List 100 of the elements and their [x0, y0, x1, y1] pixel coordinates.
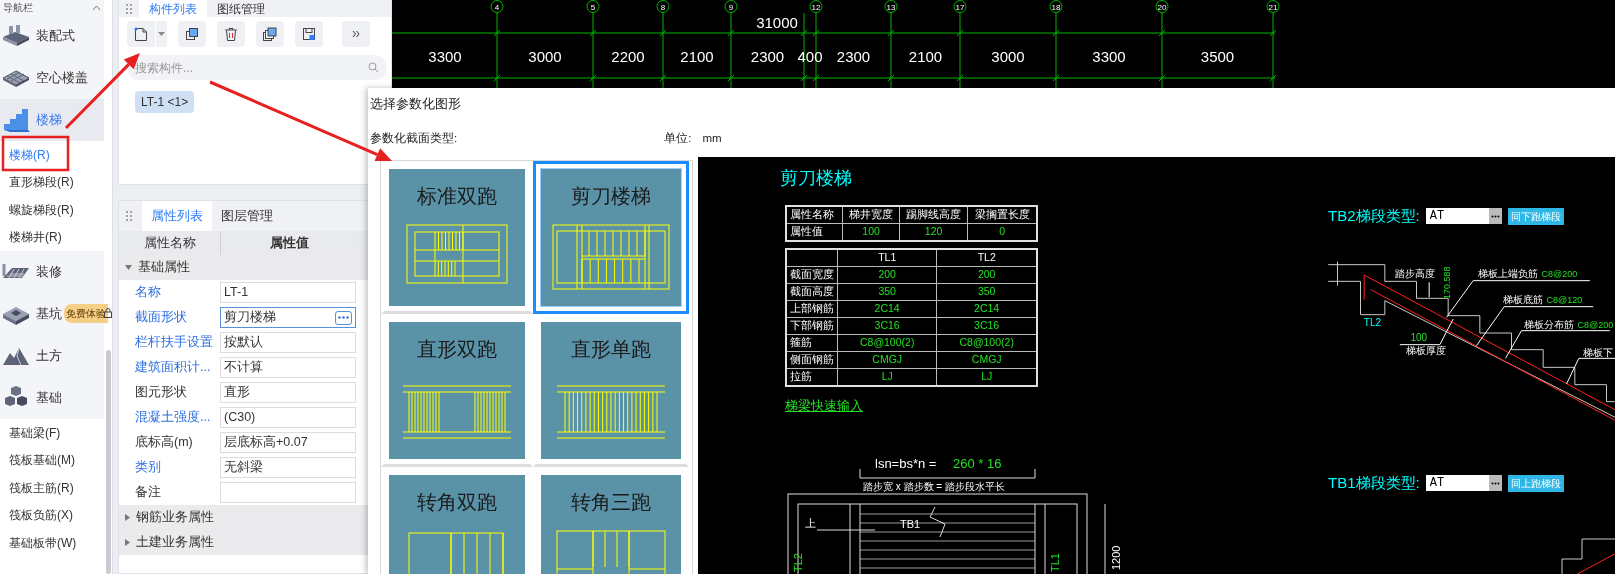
beam-value: 2C14 [837, 300, 937, 318]
highlight-box [1, 135, 70, 172]
shape-tile[interactable]: 标准双跑 [389, 169, 525, 306]
row-label: 箍筋 [786, 334, 838, 352]
axis-bubble: 20 [1155, 0, 1169, 13]
nav-group-label[interactable]: 土方 [36, 346, 62, 366]
segment-type-label: TB2梯段类型: [1328, 206, 1420, 226]
dimension-label: 2200 [611, 48, 645, 65]
nav-item[interactable]: 筏板主筋(R) [0, 474, 104, 502]
more-button[interactable] [1488, 208, 1502, 225]
caret-icon [158, 32, 165, 36]
panel-tab[interactable]: 图层管理 [212, 201, 282, 231]
delete-button[interactable] [217, 21, 245, 47]
rebar-label: C8@200 [1541, 269, 1578, 280]
nav-group-label[interactable]: 楼梯 [36, 110, 62, 130]
beam-label: TL1 [1049, 553, 1061, 572]
new-button[interactable] [127, 21, 155, 47]
drag-handle-icon[interactable] [125, 2, 133, 15]
row-label: 截面宽度 [786, 266, 838, 284]
caret-icon[interactable] [125, 514, 130, 521]
property-group-label: 土建业务属性 [136, 534, 214, 552]
nav-group-label[interactable]: 基础 [36, 388, 62, 408]
beam-label: TL2 [1363, 316, 1382, 328]
nav-item[interactable]: 楼梯(R) [0, 141, 104, 169]
row-label: 侧面钢筋 [786, 351, 838, 369]
quick-input-link[interactable]: 梯梁快速输入 [785, 396, 863, 416]
property-value-field[interactable] [220, 482, 356, 503]
shape-tile[interactable]: 转角三跑 [541, 475, 681, 574]
stairs-icon [2, 108, 30, 132]
nav-item[interactable]: 直形梯段(R) [0, 168, 104, 196]
rebar-label: C8@120 [1546, 295, 1583, 305]
panel-tab[interactable]: 属性列表 [142, 201, 212, 231]
property-name: 截面形状 [134, 309, 188, 327]
preview-title: 剪刀楼梯 [780, 167, 852, 190]
copy-icon [184, 26, 200, 42]
nav-group-label[interactable]: 基坑 [36, 304, 62, 324]
parameter-header: 梁搁置长度 [967, 206, 1037, 224]
copy-button[interactable] [178, 21, 206, 47]
search-field[interactable]: 搜索构件... [127, 55, 387, 80]
axis-bubble: 4 [490, 0, 504, 13]
dimension-label: 3500 [1200, 48, 1235, 65]
expand-button[interactable] [342, 21, 370, 47]
drag-handle-icon[interactable] [125, 210, 133, 222]
shape-tile[interactable]: 直形单跑 [541, 322, 681, 459]
caret-icon[interactable] [125, 539, 130, 546]
nav-group-label[interactable]: 装配式 [36, 26, 75, 46]
beam-value: CMGJ [837, 351, 937, 369]
stacked-squares-icon [262, 26, 278, 42]
more-button[interactable] [1488, 475, 1502, 492]
column-header: TL1 [837, 249, 937, 267]
property-name: 底标高(m) [134, 434, 194, 452]
shape-tile[interactable]: 剪刀楼梯 [541, 169, 681, 306]
nav-item[interactable]: 基础板带(W) [0, 529, 104, 557]
nav-item[interactable]: 基础梁(F) [0, 419, 104, 447]
segment-type-label: TB1梯段类型: [1328, 473, 1420, 493]
scrollbar-thumb[interactable] [106, 350, 111, 574]
ellipsis-icon [1490, 481, 1500, 485]
segment-type-field[interactable]: AT [1425, 208, 1502, 225]
panel-title: 导航栏 [3, 1, 33, 15]
axis-bubble: 17 [953, 0, 967, 13]
export-button[interactable] [295, 21, 323, 47]
stair-section-drawing [1561, 538, 1615, 574]
axis-bubble: 13 [884, 0, 898, 13]
new-document-icon [133, 26, 149, 42]
segment-type-field[interactable]: AT [1425, 475, 1502, 492]
shape-tile[interactable]: 直形双跑 [389, 322, 525, 459]
property-value-field[interactable]: (C30) [220, 407, 356, 428]
property-value-field[interactable]: 无斜梁 [220, 457, 356, 478]
ellipsis-icon [1490, 214, 1500, 218]
copy-layer-button[interactable] [256, 21, 284, 47]
property-value-field[interactable]: 剪刀楼梯 [220, 307, 356, 328]
nav-item[interactable]: 螺旋梯段(R) [0, 196, 104, 224]
annotation-label: 梯板上端负筋 [1478, 268, 1539, 280]
axis-bubble: 5 [586, 0, 600, 13]
shape-tile[interactable]: 转角双跑 [389, 475, 525, 574]
dimension-label: 3000 [991, 48, 1025, 65]
nav-item[interactable]: 筏板基础(M) [0, 446, 104, 474]
nav-item[interactable]: 楼梯井(R) [0, 223, 104, 251]
beam-value: 200 [837, 266, 937, 284]
ellipsis-icon [338, 316, 349, 319]
nav-group-label[interactable]: 装修 [36, 262, 62, 282]
property-value-field[interactable]: 直形 [220, 382, 356, 403]
property-value-field[interactable]: 层底标高+0.07 [220, 432, 356, 453]
parameter-header: 梯井宽度 [842, 206, 900, 224]
dimension-label: 3300 [1092, 48, 1126, 65]
panel-tab[interactable]: 构件列表 [139, 0, 207, 17]
formula-value: 260 * 16 [953, 456, 1002, 471]
caret-icon[interactable] [125, 265, 132, 270]
nav-item[interactable]: 筏板负筋(X) [0, 501, 104, 529]
save-icon [301, 26, 317, 42]
collapse-icon[interactable] [92, 4, 101, 11]
component-item[interactable]: LT-1 <1> [135, 91, 195, 113]
property-value-field[interactable]: 不计算 [220, 357, 356, 378]
property-value-field[interactable]: 按默认 [220, 332, 356, 353]
search-icon[interactable] [368, 62, 379, 73]
property-value-field[interactable]: LT-1 [220, 282, 356, 303]
beam-value: 3C16 [837, 317, 937, 335]
axis-bubble: 21 [1266, 0, 1280, 13]
panel-tab[interactable]: 图纸管理 [207, 0, 275, 17]
annotation-label: 梯板厚度 [1406, 345, 1447, 356]
